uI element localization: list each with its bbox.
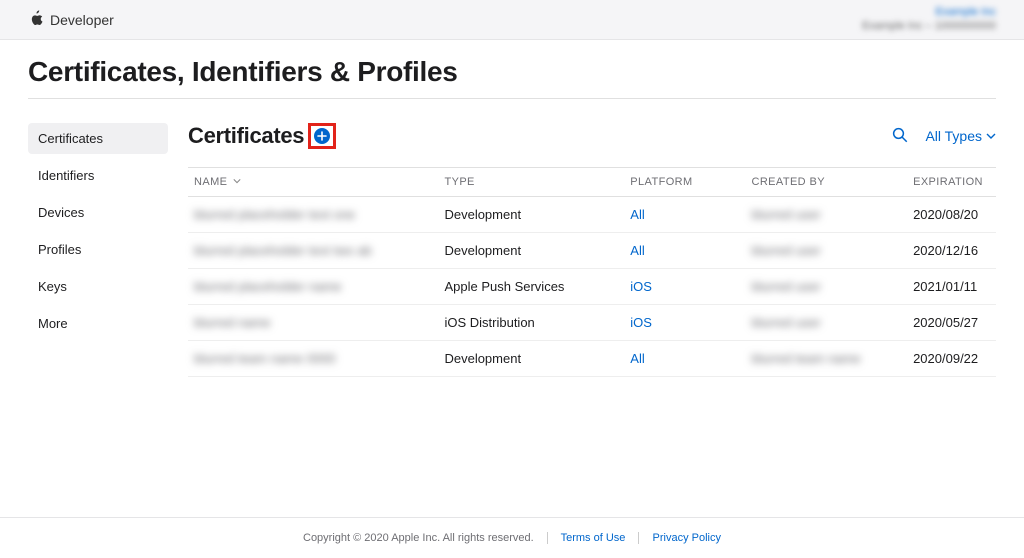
- cell-expiration: 2020/08/20: [913, 207, 978, 222]
- search-icon: [891, 126, 909, 144]
- table-row[interactable]: blurred name iOS Distribution iOS blurre…: [188, 305, 996, 341]
- sidebar-item-certificates[interactable]: Certificates: [28, 123, 168, 154]
- col-name[interactable]: NAME: [188, 168, 438, 197]
- col-type[interactable]: TYPE: [438, 168, 624, 197]
- main-content: Certificates All Types: [188, 123, 996, 377]
- cell-name: blurred placeholder text one: [194, 207, 355, 222]
- account-name: Example Inc: [862, 6, 996, 19]
- cell-type: Development: [444, 351, 521, 366]
- table-row[interactable]: blurred team name 0000 Development All b…: [188, 341, 996, 377]
- col-expiration[interactable]: EXPIRATION: [907, 168, 996, 197]
- sidebar-item-label: Certificates: [38, 131, 103, 146]
- sidebar-item-more[interactable]: More: [28, 308, 168, 339]
- filter-label: All Types: [925, 128, 982, 144]
- cell-platform: All: [630, 243, 644, 258]
- terms-link[interactable]: Terms of Use: [561, 532, 626, 544]
- chevron-down-icon: [986, 131, 996, 141]
- footer-copyright: Copyright © 2020 Apple Inc. All rights r…: [303, 532, 534, 544]
- cell-platform: All: [630, 207, 644, 222]
- sidebar-item-devices[interactable]: Devices: [28, 197, 168, 228]
- section-title: Certificates: [188, 123, 304, 149]
- cell-name: blurred placeholder name: [194, 279, 341, 294]
- filter-dropdown[interactable]: All Types: [925, 128, 996, 144]
- certificates-table: NAME TYPE PLATFORM CREATED BY EXPIRATION: [188, 167, 996, 377]
- sort-indicator-icon: [233, 176, 241, 188]
- cell-type: Development: [444, 243, 521, 258]
- cell-expiration: 2020/12/16: [913, 243, 978, 258]
- cell-created-by: blurred user: [751, 315, 820, 330]
- section-header: Certificates All Types: [188, 123, 996, 149]
- cell-platform: All: [630, 351, 644, 366]
- cell-created-by: blurred user: [751, 279, 820, 294]
- cell-name: blurred team name 0000: [194, 351, 336, 366]
- sidebar-item-label: Identifiers: [38, 168, 94, 183]
- footer-separator: [547, 532, 548, 544]
- cell-created-by: blurred team name: [751, 351, 860, 366]
- cell-name: blurred name: [194, 315, 271, 330]
- cell-name: blurred placeholder text two ab: [194, 243, 372, 258]
- add-button-highlight: [308, 123, 336, 149]
- global-header: Developer Example Inc Example Inc – 1000…: [0, 0, 1024, 40]
- table-row[interactable]: blurred placeholder text one Development…: [188, 197, 996, 233]
- privacy-link[interactable]: Privacy Policy: [653, 532, 721, 544]
- account-sub: Example Inc – 1000000000: [862, 20, 996, 33]
- sidebar-item-identifiers[interactable]: Identifiers: [28, 160, 168, 191]
- cell-type: Apple Push Services: [444, 279, 564, 294]
- sidebar: Certificates Identifiers Devices Profile…: [28, 123, 168, 377]
- account-info[interactable]: Example Inc Example Inc – 1000000000: [862, 6, 996, 32]
- cell-platform: iOS: [630, 315, 652, 330]
- plus-icon: [317, 131, 327, 141]
- page-title: Certificates, Identifiers & Profiles: [28, 56, 996, 99]
- brand[interactable]: Developer: [28, 10, 114, 29]
- sidebar-item-label: Profiles: [38, 242, 81, 257]
- col-platform[interactable]: PLATFORM: [624, 168, 745, 197]
- cell-type: iOS Distribution: [444, 315, 534, 330]
- col-created-by[interactable]: CREATED BY: [745, 168, 907, 197]
- sidebar-item-keys[interactable]: Keys: [28, 271, 168, 302]
- cell-platform: iOS: [630, 279, 652, 294]
- cell-expiration: 2021/01/11: [913, 279, 977, 294]
- table-row[interactable]: blurred placeholder text two ab Developm…: [188, 233, 996, 269]
- cell-type: Development: [444, 207, 521, 222]
- brand-text: Developer: [50, 12, 114, 28]
- sidebar-item-label: Devices: [38, 205, 84, 220]
- sidebar-item-profiles[interactable]: Profiles: [28, 234, 168, 265]
- footer-separator: [638, 532, 639, 544]
- cell-created-by: blurred user: [751, 207, 820, 222]
- search-button[interactable]: [891, 126, 909, 147]
- apple-logo-icon: [28, 10, 44, 29]
- cell-expiration: 2020/05/27: [913, 315, 978, 330]
- table-row[interactable]: blurred placeholder name Apple Push Serv…: [188, 269, 996, 305]
- cell-created-by: blurred user: [751, 243, 820, 258]
- footer: Copyright © 2020 Apple Inc. All rights r…: [0, 517, 1024, 558]
- sidebar-item-label: Keys: [38, 279, 67, 294]
- sidebar-item-label: More: [38, 316, 68, 331]
- table-header-row: NAME TYPE PLATFORM CREATED BY EXPIRATION: [188, 168, 996, 197]
- cell-expiration: 2020/09/22: [913, 351, 978, 366]
- add-certificate-button[interactable]: [314, 128, 330, 144]
